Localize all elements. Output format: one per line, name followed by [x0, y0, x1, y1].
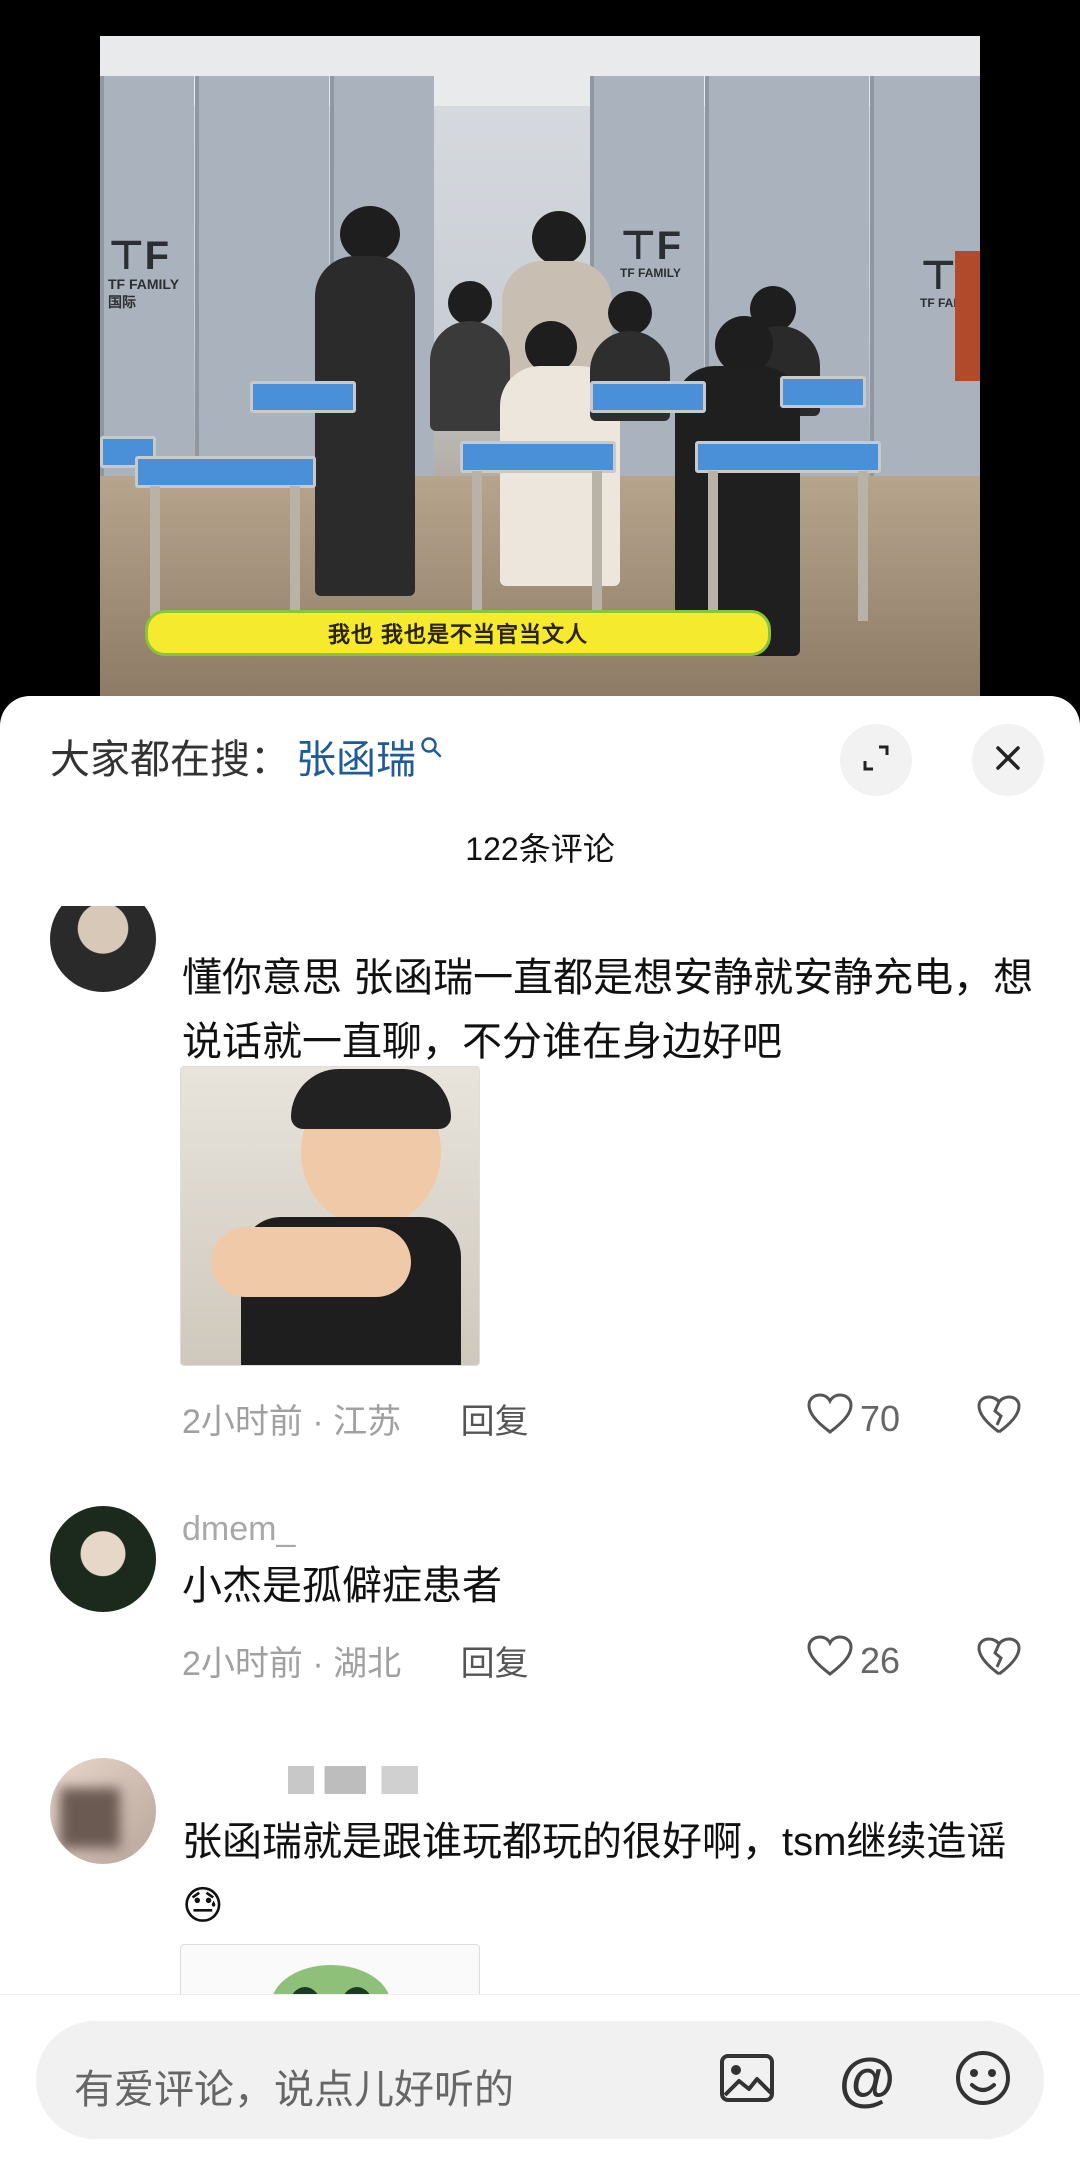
trending-search[interactable]: 大家都在搜： 张函瑞 [50, 726, 442, 786]
video-frame[interactable]: ⊤F TF FAMILY 国际 ⊤F TF FAMILY ⊤F TF FAMIL… [100, 36, 980, 696]
comment-username-redacted [288, 1766, 418, 1794]
emoji-icon [954, 2049, 1012, 2112]
broken-heart-icon [976, 1637, 1022, 1682]
dislike-button[interactable] [976, 1636, 1022, 1683]
comment-location: 湖北 [333, 1645, 402, 1683]
person-head [608, 291, 652, 335]
poster-board [955, 251, 980, 381]
like-count: 70 [859, 1397, 900, 1439]
image-picker-button[interactable] [712, 2045, 782, 2115]
avatar-blur [60, 1788, 120, 1848]
comment-meta: 2小时前 · 江苏 回复 [182, 1394, 529, 1443]
desk-leg [290, 486, 300, 616]
expand-button[interactable] [840, 724, 912, 796]
avatar[interactable] [50, 1506, 156, 1612]
person-seated [430, 321, 510, 431]
desk [460, 441, 616, 473]
meta-separator: · [302, 1403, 334, 1441]
comment-count-title: 122条评论 [465, 831, 615, 867]
desk-leg [708, 471, 718, 621]
heart-icon [806, 1634, 854, 1687]
like-count: 26 [859, 1639, 900, 1681]
close-icon [993, 743, 1023, 778]
trending-search-prefix: 大家都在搜： [50, 738, 290, 782]
expand-icon [859, 741, 893, 780]
tf-logo-center: ⊤F TF FAMILY [620, 224, 681, 280]
tf-logo-left: ⊤F TF FAMILY 国际 [108, 234, 180, 310]
comment-location: 江苏 [333, 1403, 402, 1441]
comment-time: 2小时前 [182, 1645, 303, 1683]
comment-item: dmem_ 小杰是孤僻症患者 2小时前 · 湖北 回复 26 [0, 1506, 1080, 1726]
image-arms [211, 1227, 411, 1297]
like-button[interactable]: 70 [806, 1392, 900, 1445]
comment-image[interactable] [180, 1944, 480, 1996]
desk-leg [472, 471, 482, 611]
like-button[interactable]: 26 [806, 1634, 900, 1687]
image-icon [719, 2053, 775, 2108]
comment-username[interactable]: dmem_ [182, 1510, 295, 1549]
emoji-button[interactable] [948, 2045, 1018, 2115]
video-subtitle: 我也 我也是不当官当文人 [145, 610, 771, 656]
desk [780, 376, 866, 408]
mention-button[interactable]: @ [832, 2045, 902, 2115]
desk [135, 456, 316, 488]
comment-sheet: 大家都在搜： 张函瑞 122条评论 懂你意思 张函瑞一直都是想安静就安静充电，想… [0, 696, 1080, 2162]
comment-text: 懂你意思 张函瑞一直都是想安静就安静充电，想说话就一直聊，不分谁在身边好吧 [182, 956, 1034, 1064]
person-standing [315, 256, 415, 596]
comment-text: 张函瑞就是跟谁玩都玩的很好啊，tsm继续造谣😓 [182, 1820, 1007, 1928]
desk [695, 441, 881, 473]
person-head [448, 281, 492, 325]
video-wall-panel [195, 76, 329, 496]
avatar[interactable] [50, 906, 156, 992]
comment-meta: 2小时前 · 湖北 回复 [182, 1636, 529, 1685]
reply-button[interactable]: 回复 [461, 1403, 529, 1441]
desk [250, 381, 356, 413]
dislike-button[interactable] [976, 1394, 1022, 1441]
avatar[interactable] [50, 1758, 156, 1864]
comment-text: 小杰是孤僻症患者 [182, 1564, 502, 1608]
desk [590, 381, 706, 413]
comment-input-placeholder: 有爱评论，说点儿好听的 [74, 2068, 514, 2112]
search-icon [420, 734, 442, 765]
desk-leg [150, 486, 160, 616]
comment-input[interactable]: 有爱评论，说点儿好听的 @ [36, 2021, 1044, 2139]
person-head [340, 206, 400, 262]
comment-input-bar: 有爱评论，说点儿好听的 @ [0, 1994, 1080, 2163]
reply-button[interactable]: 回复 [461, 1645, 529, 1683]
trending-search-term[interactable]: 张函瑞 [296, 727, 416, 785]
meta-separator: · [302, 1645, 334, 1683]
person-head [532, 211, 586, 265]
image-hair [291, 1069, 451, 1129]
broken-heart-icon [976, 1395, 1022, 1440]
comment-item: 张函瑞就是跟谁玩都玩的很好啊，tsm继续造谣😓 [0, 1758, 1080, 1996]
heart-icon [806, 1392, 854, 1445]
comment-image[interactable] [180, 1066, 480, 1366]
comment-time: 2小时前 [182, 1403, 303, 1441]
at-icon: @ [838, 2047, 896, 2112]
desk-leg [858, 471, 868, 621]
comment-list[interactable]: 懂你意思 张函瑞一直都是想安静就安静充电，想说话就一直聊，不分谁在身边好吧 2小… [0, 906, 1080, 1996]
desk-leg [592, 471, 602, 611]
comment-item: 懂你意思 张函瑞一直都是想安静就安静充电，想说话就一直聊，不分谁在身边好吧 2小… [0, 906, 1080, 1466]
close-button[interactable] [972, 724, 1044, 796]
image-sticker [271, 1965, 391, 1996]
